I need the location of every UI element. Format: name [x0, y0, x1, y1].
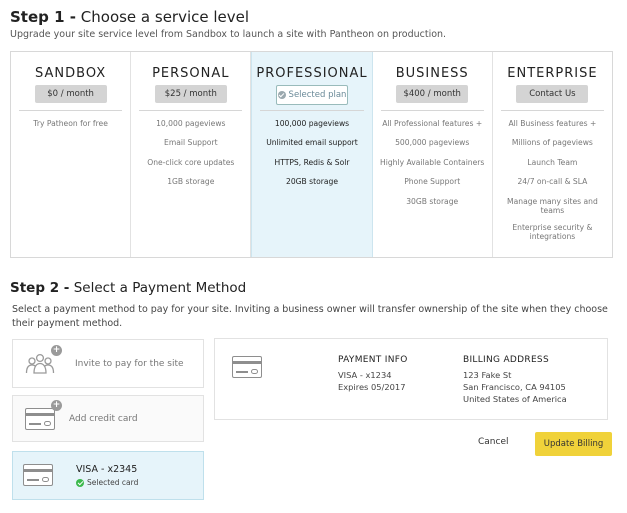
cancel-button[interactable]: Cancel	[478, 437, 509, 447]
invite-label: Invite to pay for the site	[75, 359, 184, 369]
check-icon	[277, 91, 286, 99]
billing-address-country: United States of America	[463, 394, 567, 404]
feature-list: Try Patheon for free	[15, 119, 126, 138]
billing-address-street: 123 Fake St	[463, 370, 512, 380]
plan-enterprise[interactable]: ENTERPRISE Contact Us All Business featu…	[493, 52, 612, 257]
feature-item: Unlimited email support	[266, 138, 358, 148]
plan-name: ENTERPRISE	[507, 66, 598, 81]
contact-us-button[interactable]: Contact Us	[516, 85, 589, 103]
feature-item: Manage many sites and teams	[507, 196, 598, 216]
divider	[380, 110, 484, 111]
step1-subtitle: Upgrade your site service level from San…	[10, 29, 447, 40]
visa-card-option[interactable]: VISA - x2345 Selected card	[12, 451, 204, 500]
people-icon	[25, 353, 55, 374]
feature-item: Phone Support	[404, 177, 461, 187]
feature-item: 24/7 on-call & SLA	[517, 177, 588, 187]
selected-plan-badge: Selected plan	[276, 85, 348, 105]
feature-item: HTTPS, Redis & Solr	[274, 157, 350, 167]
plan-price-button[interactable]: $0 / month	[34, 85, 107, 103]
add-credit-card-card[interactable]: + Add credit card	[12, 395, 204, 442]
plan-price-button[interactable]: $400 / month	[396, 85, 469, 103]
step2-description: Select a payment method to pay for your …	[12, 304, 608, 329]
plan-name: PERSONAL	[152, 66, 230, 81]
feature-item: 100,000 pageviews	[274, 119, 350, 128]
divider	[260, 110, 364, 111]
plan-sandbox[interactable]: SANDBOX $0 / month Try Patheon for free	[11, 52, 132, 257]
plan-name: SANDBOX	[35, 66, 107, 81]
plan-name: BUSINESS	[395, 66, 469, 81]
visa-card-name: VISA - x2345	[76, 464, 138, 475]
feature-item: Launch Team	[527, 157, 578, 167]
divider	[139, 110, 243, 111]
feature-item: Email Support	[164, 138, 218, 148]
billing-address-city: San Francisco, CA 94105	[463, 382, 566, 392]
step1-heading: Step 1 - Choose a service level	[10, 8, 250, 26]
feature-item: Highly Available Containers	[380, 157, 485, 167]
update-billing-button[interactable]: Update Billing	[535, 432, 612, 456]
feature-item: Enterprise security & integrations	[512, 222, 593, 242]
credit-card-icon	[23, 464, 53, 486]
feature-item: 1GB storage	[167, 177, 215, 187]
add-card-label: Add credit card	[69, 414, 138, 424]
plan-table: SANDBOX $0 / month Try Patheon for free …	[10, 51, 613, 258]
feature-item: One-click core updates	[147, 157, 235, 167]
feature-list: 100,000 pageviews Unlimited email suppor…	[256, 119, 367, 197]
plan-professional[interactable]: PROFESSIONAL Selected plan 100,000 pagev…	[251, 52, 373, 257]
feature-item: Millions of pageviews	[511, 138, 593, 148]
plan-price-button[interactable]: $25 / month	[154, 85, 227, 103]
billing-address-heading: BILLING ADDRESS	[463, 355, 549, 365]
credit-card-icon	[25, 408, 55, 430]
selected-card-status: Selected card	[76, 478, 138, 487]
plus-icon: +	[51, 400, 62, 411]
feature-item: All Business features +	[508, 119, 597, 128]
payment-info-heading: PAYMENT INFO	[338, 355, 408, 365]
feature-list: 10,000 pageviews Email Support One-click…	[135, 119, 246, 197]
feature-item: Try Patheon for free	[33, 119, 108, 128]
step2-heading: Step 2 - Select a Payment Method	[10, 280, 247, 296]
feature-list: All Professional features + 500,000 page…	[377, 119, 488, 216]
payment-info-card: VISA - x1234	[338, 370, 392, 380]
check-circle-icon	[76, 478, 84, 487]
feature-list: All Business features + Millions of page…	[497, 119, 608, 242]
plan-personal[interactable]: PERSONAL $25 / month 10,000 pageviews Em…	[131, 52, 252, 257]
divider	[19, 110, 123, 111]
plus-icon: +	[51, 345, 62, 356]
feature-item: 20GB storage	[285, 177, 339, 187]
feature-item: All Professional features +	[382, 119, 483, 128]
plan-business[interactable]: BUSINESS $400 / month All Professional f…	[373, 52, 493, 257]
feature-item: 10,000 pageviews	[156, 119, 226, 128]
feature-item: 500,000 pageviews	[395, 138, 470, 148]
invite-to-pay-card[interactable]: + Invite to pay for the site	[12, 339, 204, 388]
payment-info-expiry: Expires 05/2017	[338, 382, 406, 392]
plan-name: PROFESSIONAL	[256, 66, 368, 81]
divider	[500, 110, 605, 111]
credit-card-icon	[232, 356, 262, 378]
feature-item: 30GB storage	[406, 196, 459, 206]
payment-info-panel: PAYMENT INFO VISA - x1234 Expires 05/201…	[214, 338, 608, 420]
